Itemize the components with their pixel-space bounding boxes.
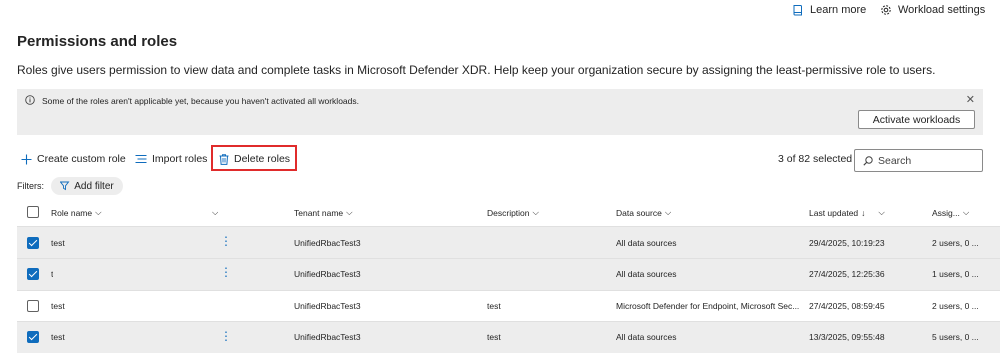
column-header-expand[interactable]: ⌵ [212, 207, 218, 218]
cell-last-updated: 13/3/2025, 09:55:48 [809, 332, 885, 342]
cell-description: test [487, 301, 501, 311]
column-label-data-source: Data source [616, 207, 662, 218]
cell-assignments: 5 users, 0 ... [932, 332, 979, 342]
filters-label: Filters: [17, 181, 44, 191]
row-checkbox[interactable] [27, 331, 39, 343]
column-label-description: Description [487, 207, 530, 218]
import-roles-label: Import roles [152, 153, 208, 165]
search-box[interactable] [854, 149, 983, 172]
list-import-icon [135, 154, 147, 164]
column-header-assignments[interactable]: Assig... ⌵ [932, 207, 969, 218]
column-header-role-name[interactable]: Role name ⌵ [51, 207, 102, 218]
column-header-data-source[interactable]: Data source ⌵ [616, 207, 671, 218]
import-roles-button[interactable]: Import roles [135, 150, 207, 168]
page-title: Permissions and roles [17, 33, 178, 50]
cell-role-name[interactable]: test [51, 238, 65, 248]
cell-tenant-name: UnifiedRbacTest3 [294, 301, 361, 311]
chevron-down-icon: ⌵ [962, 207, 970, 217]
row-checkbox[interactable] [27, 237, 39, 249]
selected-count: 3 of 82 selected [778, 153, 853, 165]
create-custom-role-label: Create custom role [37, 153, 126, 165]
column-label-role-name: Role name [51, 207, 93, 218]
close-icon[interactable]: ✕ [966, 93, 975, 106]
more-actions-icon[interactable]: ⋮ [220, 330, 232, 342]
delete-roles-highlight [211, 145, 297, 171]
cell-role-name[interactable]: test [51, 332, 65, 342]
column-header-tenant-name[interactable]: Tenant name ⌵ [294, 207, 353, 218]
column-header-last-updated[interactable]: Last updated ↓ ⌵ [809, 207, 885, 218]
chevron-down-icon: ⌵ [346, 207, 353, 217]
create-custom-role-button[interactable]: Create custom role [21, 150, 126, 168]
plus-icon [21, 154, 32, 164]
gear-icon [881, 5, 891, 15]
cell-assignments: 2 users, 0 ... [932, 301, 979, 311]
banner-message: Some of the roles aren't applicable yet,… [42, 96, 359, 106]
info-banner: Some of the roles aren't applicable yet,… [17, 89, 983, 135]
chevron-down-icon: ⌵ [878, 207, 885, 217]
cell-last-updated: 29/4/2025, 10:19:23 [809, 238, 885, 248]
row-checkbox[interactable] [27, 300, 39, 312]
filter-add-icon [60, 181, 70, 191]
add-filter-label: Add filter [74, 180, 114, 192]
chevron-down-icon: ⌵ [532, 207, 539, 217]
search-input[interactable] [878, 154, 968, 167]
column-label-tenant-name: Tenant name [294, 207, 344, 218]
row-checkbox[interactable] [27, 268, 39, 280]
cell-tenant-name: UnifiedRbacTest3 [294, 238, 361, 248]
cell-role-name[interactable]: t [51, 269, 53, 279]
cell-data-source: All data sources [616, 238, 677, 248]
more-actions-icon[interactable]: ⋮ [220, 266, 232, 278]
workload-settings-label: Workload settings [898, 4, 986, 16]
cell-assignments: 1 users, 0 ... [932, 269, 979, 279]
column-label-last-updated: Last updated [809, 207, 859, 218]
cell-tenant-name: UnifiedRbacTest3 [294, 269, 361, 279]
add-filter-button[interactable]: Add filter [51, 177, 123, 195]
more-actions-icon[interactable]: ⋮ [220, 235, 232, 247]
top-bar: Learn more Workload settings [0, 0, 1000, 22]
cell-description: test [487, 332, 501, 342]
workload-settings-link[interactable]: Workload settings [880, 4, 985, 16]
sort-descending-icon: ↓ [861, 207, 866, 218]
cell-role-name[interactable]: test [51, 301, 65, 311]
chevron-down-icon: ⌵ [212, 207, 219, 217]
book-icon [793, 5, 802, 16]
cell-assignments: 2 users, 0 ... [932, 238, 979, 248]
activate-workloads-button[interactable]: Activate workloads [858, 110, 975, 129]
column-label-assignments: Assig... [932, 207, 960, 218]
cell-data-source: Microsoft Defender for Endpoint, Microso… [616, 301, 800, 311]
cell-last-updated: 27/4/2025, 12:25:36 [809, 269, 885, 279]
search-icon [863, 155, 873, 166]
page-description: Roles give users permission to view data… [17, 63, 936, 77]
info-icon [25, 95, 35, 105]
chevron-down-icon: ⌵ [95, 207, 102, 217]
learn-more-label: Learn more [810, 4, 867, 16]
cell-data-source: All data sources [616, 332, 677, 342]
learn-more-link[interactable]: Learn more [792, 4, 866, 16]
chevron-down-icon: ⌵ [664, 207, 672, 217]
column-header-description[interactable]: Description ⌵ [487, 207, 539, 218]
cell-last-updated: 27/4/2025, 08:59:45 [809, 301, 885, 311]
cell-data-source: All data sources [616, 269, 677, 279]
select-all-checkbox[interactable] [27, 206, 39, 218]
cell-tenant-name: UnifiedRbacTest3 [294, 332, 361, 342]
